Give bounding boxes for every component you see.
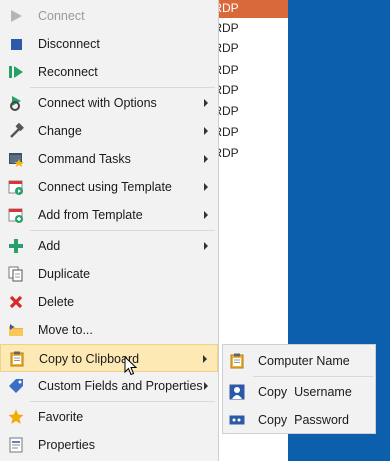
menu-separator: [30, 401, 215, 402]
menu-item-connect[interactable]: Connect: [0, 2, 218, 30]
stop-square-icon: [8, 36, 24, 52]
menu-item-label: Connect: [38, 9, 85, 23]
menu-separator: [253, 376, 373, 377]
submenu-arrow-icon: [204, 183, 208, 191]
menu-item-label: Connect with Options: [38, 96, 157, 110]
duplicate-icon: [8, 266, 24, 282]
menu-item-label: Properties: [38, 438, 95, 452]
menu-item-label: Disconnect: [38, 37, 100, 51]
menu-item-change[interactable]: Change: [0, 117, 218, 145]
menu-item-label: Delete: [38, 295, 75, 309]
submenu-arrow-icon: [203, 355, 207, 363]
menu-item-label: Add: [38, 239, 61, 253]
menu-item-label: Connect using Template: [38, 180, 172, 194]
menu-separator: [30, 230, 215, 231]
submenu-item-copy-username[interactable]: Copy Username: [223, 378, 375, 406]
menu-item-label: Favorite: [38, 410, 84, 424]
user-icon: [229, 384, 245, 400]
template-add-icon: [8, 207, 24, 223]
menu-item-label: Command Tasks: [38, 152, 131, 166]
password-icon: [229, 412, 245, 428]
tag-icon: [8, 378, 24, 394]
submenu-arrow-icon: [204, 382, 208, 390]
menu-item-properties[interactable]: Properties: [0, 431, 218, 459]
menu-item-label: Reconnect: [38, 65, 98, 79]
clipboard-icon: [229, 353, 245, 369]
context-menu: Connect Disconnect Reconnect Connect wit…: [0, 0, 219, 461]
submenu-arrow-icon: [204, 127, 208, 135]
menu-item-label: Add from Template: [38, 208, 143, 222]
submenu-arrow-icon: [204, 99, 208, 107]
submenu-item-label: Copy Password: [258, 413, 350, 427]
submenu-item-copy-password[interactable]: Copy Password: [223, 406, 375, 434]
menu-item-label: Custom Fields and Properties: [38, 379, 203, 393]
star-icon: [8, 409, 24, 425]
menu-item-add-from-template[interactable]: Add from Template: [0, 201, 218, 229]
menu-item-disconnect[interactable]: Disconnect: [0, 30, 218, 58]
menu-item-copy-to-clipboard[interactable]: Copy to Clipboard: [0, 344, 218, 372]
mouse-cursor-icon: [124, 356, 138, 376]
submenu-item-computer-name[interactable]: Computer Name: [223, 347, 375, 375]
submenu-arrow-icon: [204, 211, 208, 219]
command-tasks-icon: [8, 151, 24, 167]
reconnect-icon: [8, 64, 24, 80]
folder-move-icon: [8, 322, 24, 338]
play-icon: [8, 8, 24, 24]
template-connect-icon: [8, 179, 24, 195]
menu-item-label: Duplicate: [38, 267, 91, 281]
plus-icon: [8, 238, 24, 254]
menu-separator: [30, 87, 215, 88]
properties-icon: [8, 437, 24, 453]
menu-item-label: Move to...: [38, 323, 93, 337]
menu-item-connect-with-options[interactable]: Connect with Options: [0, 89, 218, 117]
clipboard-icon: [9, 351, 25, 367]
menu-item-command-tasks[interactable]: Command Tasks: [0, 145, 218, 173]
menu-item-move-to[interactable]: Move to...: [0, 316, 218, 344]
menu-item-duplicate[interactable]: Duplicate: [0, 260, 218, 288]
menu-item-add[interactable]: Add: [0, 232, 218, 260]
hammer-icon: [8, 122, 24, 139]
submenu-item-label: Copy Username: [258, 385, 352, 399]
menu-item-custom-fields[interactable]: Custom Fields and Properties: [0, 372, 218, 400]
menu-item-label: Change: [38, 124, 82, 138]
submenu-arrow-icon: [204, 242, 208, 250]
submenu-arrow-icon: [204, 155, 208, 163]
connect-options-icon: [8, 95, 24, 111]
delete-x-icon: [8, 294, 24, 310]
menu-item-reconnect[interactable]: Reconnect: [0, 58, 218, 86]
menu-item-connect-using-template[interactable]: Connect using Template: [0, 173, 218, 201]
clipboard-submenu: Computer Name Copy Username Copy Passwor…: [222, 344, 376, 434]
menu-item-delete[interactable]: Delete: [0, 288, 218, 316]
menu-item-favorite[interactable]: Favorite: [0, 403, 218, 431]
submenu-item-label: Computer Name: [258, 354, 350, 368]
